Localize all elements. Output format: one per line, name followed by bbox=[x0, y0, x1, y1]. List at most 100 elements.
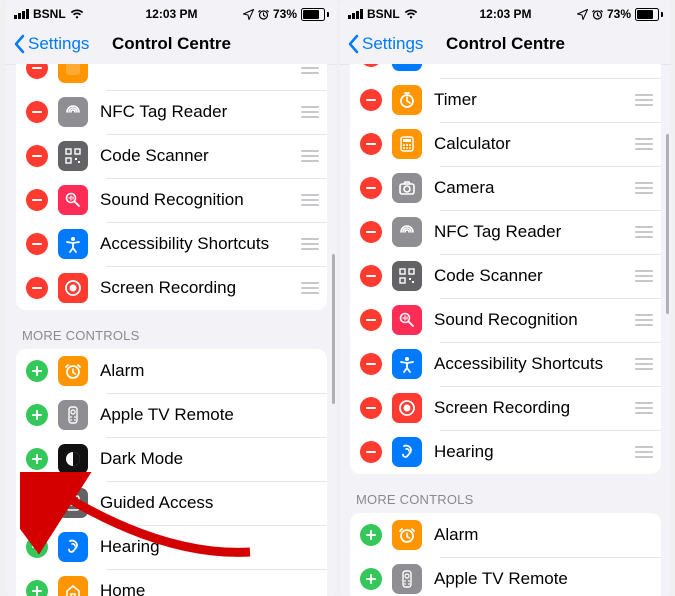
control-label: Dark Mode bbox=[100, 449, 321, 469]
status-time: 12:03 PM bbox=[145, 7, 197, 21]
drag-handle-icon[interactable] bbox=[633, 446, 655, 458]
drag-handle-icon[interactable] bbox=[299, 238, 321, 250]
signal-icon bbox=[14, 9, 29, 19]
control-label: Home bbox=[100, 581, 321, 596]
control-row-item bbox=[350, 64, 661, 78]
remove-button[interactable] bbox=[26, 189, 48, 211]
control-label: Accessibility Shortcuts bbox=[434, 354, 633, 374]
remove-button[interactable] bbox=[360, 89, 382, 111]
control-row-alarm: Alarm bbox=[350, 513, 661, 557]
remove-button[interactable] bbox=[26, 101, 48, 123]
drag-handle-icon[interactable] bbox=[633, 402, 655, 414]
control-label: Alarm bbox=[434, 525, 655, 545]
control-label: NFC Tag Reader bbox=[100, 102, 299, 122]
add-button[interactable] bbox=[26, 492, 48, 514]
drag-handle-icon[interactable] bbox=[633, 94, 655, 106]
control-label: Alarm bbox=[100, 361, 321, 381]
wifi-icon bbox=[70, 9, 84, 19]
record-icon bbox=[58, 273, 88, 303]
nav-title: Control Centre bbox=[112, 34, 231, 54]
back-button[interactable]: Settings bbox=[346, 34, 423, 54]
control-row-apple-tv-remote: Apple TV Remote bbox=[16, 393, 327, 437]
drag-handle-icon[interactable] bbox=[633, 314, 655, 326]
hearing-icon bbox=[392, 437, 422, 467]
drag-handle-icon[interactable] bbox=[633, 226, 655, 238]
drag-handle-icon[interactable] bbox=[633, 182, 655, 194]
timer-icon bbox=[392, 85, 422, 115]
battery-icon bbox=[301, 8, 329, 21]
drag-handle-icon[interactable] bbox=[299, 64, 321, 74]
soundrec-icon bbox=[392, 305, 422, 335]
calc-icon bbox=[392, 129, 422, 159]
add-button[interactable] bbox=[26, 404, 48, 426]
add-button[interactable] bbox=[26, 536, 48, 558]
more-controls-list: Alarm Apple TV Remote Dark Mode Guided A… bbox=[16, 349, 327, 596]
control-row-accessibility-shortcuts: Accessibility Shortcuts bbox=[350, 342, 661, 386]
control-label: Screen Recording bbox=[100, 278, 299, 298]
control-row-screen-recording: Screen Recording bbox=[16, 266, 327, 310]
back-button[interactable]: Settings bbox=[12, 34, 89, 54]
drag-handle-icon[interactable] bbox=[633, 270, 655, 282]
drag-handle-icon[interactable] bbox=[633, 138, 655, 150]
control-row-calculator: Calculator bbox=[350, 122, 661, 166]
remove-button[interactable] bbox=[360, 441, 382, 463]
control-row-code-scanner: Code Scanner bbox=[16, 134, 327, 178]
remove-button[interactable] bbox=[360, 221, 382, 243]
remove-button[interactable] bbox=[26, 277, 48, 299]
battery-pct: 73% bbox=[273, 7, 297, 21]
add-button[interactable] bbox=[26, 448, 48, 470]
nav-bar: Settings Control Centre bbox=[340, 24, 671, 65]
partial-icon bbox=[58, 64, 88, 83]
back-label: Settings bbox=[28, 34, 89, 54]
record-icon bbox=[392, 393, 422, 423]
alarm-status-icon bbox=[592, 9, 603, 20]
partial-icon bbox=[392, 64, 422, 71]
remove-button[interactable] bbox=[360, 64, 382, 67]
add-button[interactable] bbox=[26, 580, 48, 596]
control-label: Screen Recording bbox=[434, 398, 633, 418]
remove-button[interactable] bbox=[360, 397, 382, 419]
control-row-alarm: Alarm bbox=[16, 349, 327, 393]
drag-handle-icon[interactable] bbox=[633, 358, 655, 370]
control-label: Calculator bbox=[434, 134, 633, 154]
remove-button[interactable] bbox=[360, 177, 382, 199]
remove-button[interactable] bbox=[360, 353, 382, 375]
darkmode-icon bbox=[58, 444, 88, 474]
add-button[interactable] bbox=[360, 524, 382, 546]
drag-handle-icon[interactable] bbox=[299, 194, 321, 206]
scrollbar[interactable] bbox=[332, 254, 335, 404]
nfc-icon bbox=[58, 97, 88, 127]
included-controls-list: NFC Tag Reader Code Scanner Sound Recogn… bbox=[16, 64, 327, 310]
scrollbar[interactable] bbox=[666, 134, 669, 314]
add-button[interactable] bbox=[26, 360, 48, 382]
carrier-label: BSNL bbox=[367, 7, 400, 21]
remove-button[interactable] bbox=[360, 133, 382, 155]
remove-button[interactable] bbox=[360, 265, 382, 287]
control-row-guided-access: Guided Access bbox=[16, 481, 327, 525]
nav-title: Control Centre bbox=[446, 34, 565, 54]
control-row-nfc-tag-reader: NFC Tag Reader bbox=[350, 210, 661, 254]
control-label: Code Scanner bbox=[100, 146, 299, 166]
hearing-icon bbox=[58, 532, 88, 562]
alarm-status-icon bbox=[258, 9, 269, 20]
included-controls-list: Timer Calculator Camera NFC Tag Reader C… bbox=[350, 64, 661, 474]
control-row-screen-recording: Screen Recording bbox=[350, 386, 661, 430]
control-label: Hearing bbox=[100, 537, 321, 557]
drag-handle-icon[interactable] bbox=[299, 150, 321, 162]
alarm-icon bbox=[392, 520, 422, 550]
status-bar: BSNL 12:03 PM 73% bbox=[6, 0, 337, 24]
control-row-hearing: Hearing bbox=[350, 430, 661, 474]
phone-left: BSNL 12:03 PM 73% Settings Control Centr… bbox=[6, 0, 337, 596]
drag-handle-icon[interactable] bbox=[299, 282, 321, 294]
remove-button[interactable] bbox=[26, 145, 48, 167]
add-button[interactable] bbox=[360, 568, 382, 590]
remote-icon bbox=[58, 400, 88, 430]
drag-handle-icon[interactable] bbox=[299, 106, 321, 118]
remove-button[interactable] bbox=[26, 64, 48, 79]
remove-button[interactable] bbox=[360, 309, 382, 331]
control-label: Camera bbox=[434, 178, 633, 198]
remove-button[interactable] bbox=[26, 233, 48, 255]
remote-icon bbox=[392, 564, 422, 594]
control-label: Hearing bbox=[434, 442, 633, 462]
nfc-icon bbox=[392, 217, 422, 247]
